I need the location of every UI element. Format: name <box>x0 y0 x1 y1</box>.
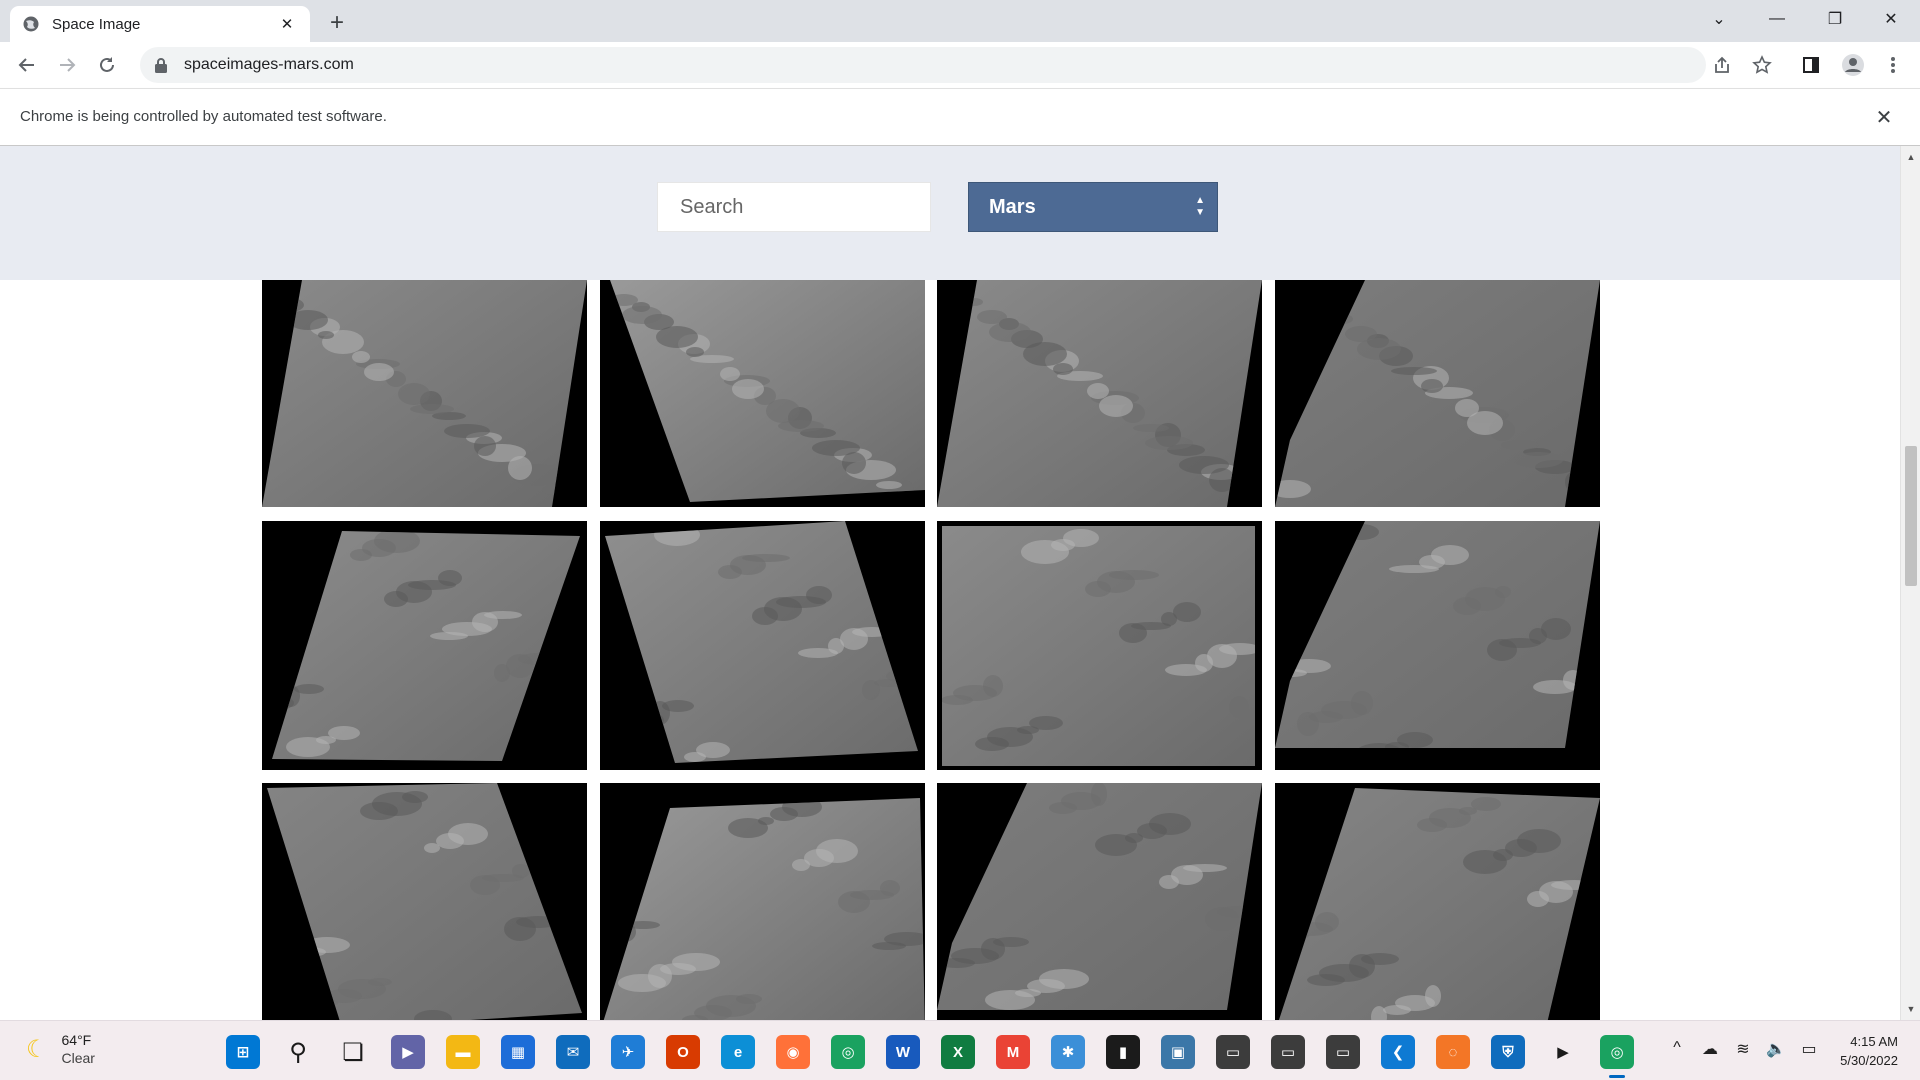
mars-surface-image <box>937 521 1262 770</box>
terminal-icon[interactable]: ▮ <box>1106 1035 1140 1069</box>
close-window-button[interactable]: ✕ <box>1862 0 1920 38</box>
bookmark-star-icon[interactable] <box>1745 48 1779 82</box>
mars-image-tile[interactable] <box>937 521 1262 770</box>
new-tab-button[interactable]: + <box>322 8 352 38</box>
mars-image-tile[interactable] <box>1275 280 1600 507</box>
share-icon[interactable] <box>1705 48 1739 82</box>
infobar-close-icon[interactable]: ✕ <box>1870 103 1898 131</box>
scroll-down-arrow-icon[interactable]: ▼ <box>1901 1000 1920 1018</box>
mars-surface-image <box>262 280 587 507</box>
task-view-icon[interactable]: ❏ <box>336 1035 370 1069</box>
browser-toolbar: spaceimages-mars.com <box>0 42 1920 88</box>
mars-image-tile[interactable] <box>600 783 925 1020</box>
search-input[interactable] <box>657 182 931 232</box>
mail-icon[interactable]: ✉ <box>556 1035 590 1069</box>
page-viewport: Mars ▲▼ <box>0 146 1900 1020</box>
mars-surface-image <box>262 783 587 1020</box>
mars-image-tile[interactable] <box>1275 783 1600 1020</box>
mars-surface-image <box>1275 280 1600 507</box>
mars-surface-image <box>600 280 925 507</box>
volume-icon[interactable]: 🔈 <box>1764 1039 1788 1059</box>
browser-tab[interactable]: Space Image ✕ <box>10 6 310 42</box>
menu-kebab-icon[interactable] <box>1876 48 1910 82</box>
profile-avatar-icon[interactable] <box>1836 48 1870 82</box>
scroll-up-arrow-icon[interactable]: ▲ <box>1901 148 1920 166</box>
planet-select[interactable]: Mars ▲ ▼ <box>968 182 1218 232</box>
mars-image-tile[interactable] <box>262 521 587 770</box>
mars-image-tile[interactable] <box>1275 521 1600 770</box>
media-player-icon[interactable]: ▶ <box>1546 1035 1580 1069</box>
mars-surface-image <box>600 521 925 770</box>
search-icon[interactable]: ⚲ <box>281 1035 315 1069</box>
weather-condition: Clear <box>61 1050 95 1066</box>
mars-image-tile[interactable] <box>262 280 587 507</box>
scroll-thumb[interactable] <box>1905 446 1917 586</box>
start-icon[interactable]: ⊞ <box>226 1035 260 1069</box>
mars-image-tile[interactable] <box>937 280 1262 507</box>
filter-bar: Mars ▲▼ <box>0 146 1900 280</box>
back-arrow-icon[interactable] <box>10 48 44 82</box>
teams-chat-icon[interactable]: ▶ <box>391 1035 425 1069</box>
lock-icon <box>154 57 170 73</box>
mars-image-tile[interactable] <box>600 280 925 507</box>
office-icon[interactable]: O <box>666 1035 700 1069</box>
wifi-icon[interactable]: ≋ <box>1731 1039 1755 1059</box>
mars-surface-image <box>937 783 1262 1020</box>
tab-title: Space Image <box>52 15 141 33</box>
defender-icon[interactable]: ⛨ <box>1491 1035 1525 1069</box>
select-arrows-icon: ▲ ▼ <box>1195 195 1205 218</box>
vscode-icon[interactable]: ❮ <box>1381 1035 1415 1069</box>
chrome-active-icon[interactable]: ◎ <box>1600 1035 1634 1069</box>
mars-image-tile[interactable] <box>262 783 587 1020</box>
file-explorer-icon[interactable]: ▬ <box>446 1035 480 1069</box>
mars-surface-image <box>600 783 925 1020</box>
console-1-icon[interactable]: ▭ <box>1216 1035 1250 1069</box>
system-clock[interactable]: 4:15 AM 5/30/2022 <box>1840 1032 1898 1070</box>
address-bar[interactable]: spaceimages-mars.com <box>140 47 1706 83</box>
mars-surface-image <box>1275 783 1600 1020</box>
chrome-icon[interactable]: ◎ <box>831 1035 865 1069</box>
gmail-icon[interactable]: M <box>996 1035 1030 1069</box>
windows-taskbar: ☾ 64°F Clear ⊞ ⚲ ❏ ▶ ▬ ▦ ✉ ✈ Oe ◉ ◎ W X M ✱ ▮ ▣ ▭ ▭ ▭ ❮ ◌ ⛨ ▶ ◎ … <box>0 1020 1920 1080</box>
infobar-message: Chrome is being controlled by automated … <box>20 108 387 125</box>
mars-image-tile[interactable] <box>937 783 1262 1020</box>
console-3-icon[interactable]: ▭ <box>1326 1035 1360 1069</box>
mars-surface-image <box>937 280 1262 507</box>
mars-surface-image <box>1275 521 1600 770</box>
onedrive-cloud-icon[interactable]: ☁ <box>1698 1039 1722 1059</box>
battery-icon[interactable]: ▭ <box>1797 1039 1821 1059</box>
moon-icon: ☾ <box>26 1035 48 1063</box>
tab-search-icon[interactable]: ⌄ <box>1690 0 1748 38</box>
microsoft-store-icon[interactable]: ▦ <box>501 1035 535 1069</box>
side-panel-icon[interactable] <box>1794 48 1828 82</box>
show-hidden-icons-icon[interactable]: ^ <box>1665 1039 1689 1057</box>
firefox-icon[interactable]: ◉ <box>776 1035 810 1069</box>
restore-button[interactable]: ❐ <box>1806 0 1864 38</box>
network-tool-icon[interactable]: ✱ <box>1051 1035 1085 1069</box>
clock-time: 4:15 AM <box>1850 1034 1898 1049</box>
word-icon[interactable]: W <box>886 1035 920 1069</box>
reload-icon[interactable] <box>90 48 124 82</box>
forward-arrow-icon[interactable] <box>50 48 84 82</box>
mars-surface-image <box>262 521 587 770</box>
jupyter-icon[interactable]: ◌ <box>1436 1035 1470 1069</box>
weather-temperature: 64°F <box>61 1032 92 1048</box>
weather-widget[interactable]: ☾ 64°F Clear <box>26 1031 95 1067</box>
mars-image-tile[interactable] <box>600 521 925 770</box>
clock-date: 5/30/2022 <box>1840 1053 1898 1068</box>
tab-strip: Space Image ✕ + ⌄ — ❐ ✕ <box>0 0 1920 42</box>
globe-icon <box>22 15 40 33</box>
python-app-icon[interactable]: ▣ <box>1161 1035 1195 1069</box>
page-scrollbar[interactable]: ▲ ▼ <box>1900 146 1920 1020</box>
automation-infobar: Chrome is being controlled by automated … <box>0 88 1920 146</box>
safari-like-icon[interactable]: ✈ <box>611 1035 645 1069</box>
minimize-button[interactable]: — <box>1748 0 1806 38</box>
excel-icon[interactable]: X <box>941 1035 975 1069</box>
planet-select-value: Mars <box>989 195 1036 218</box>
active-app-indicator <box>1609 1075 1625 1078</box>
console-2-icon[interactable]: ▭ <box>1271 1035 1305 1069</box>
url-text: spaceimages-mars.com <box>184 56 354 73</box>
edge-icon[interactable]: e <box>721 1035 755 1069</box>
tab-close-icon[interactable]: ✕ <box>276 13 298 35</box>
